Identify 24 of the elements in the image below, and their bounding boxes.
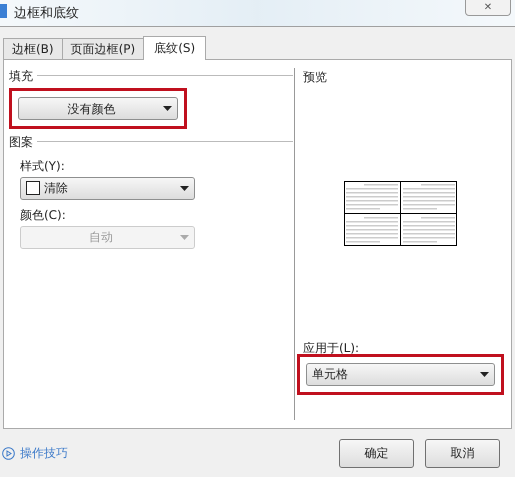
dialog-button[interactable]: 取消 [425,438,500,468]
app-icon [0,4,7,18]
tab[interactable]: 页面边框(P) [62,38,144,59]
tips-link[interactable]: 操作技巧 [2,444,68,462]
window-title: 边框和底纹 [14,5,79,23]
field-label: 颜色(C): [20,206,66,224]
dropdown[interactable]: 单元格 [306,362,495,386]
swatch-icon [26,181,40,196]
play-icon [2,446,15,460]
caret-icon [480,372,489,377]
dropdown[interactable]: 清除 [20,176,195,200]
section-heading: 填充 [9,68,33,85]
tab[interactable]: 底纹(S) [143,36,206,60]
close-button[interactable]: ✕ [465,0,511,16]
dialog-button[interactable]: 确定 [339,438,414,468]
section-heading: 预览 [303,68,327,86]
tab[interactable]: 边框(B) [3,38,63,59]
caret-icon [180,186,189,191]
caret-icon [180,234,189,240]
dropdown[interactable]: 没有颜色 [18,97,178,120]
caret-icon [163,106,172,112]
section-heading: 图案 [9,134,33,151]
field-label: 样式(Y): [20,158,65,175]
field-label: 应用于(L): [303,340,360,357]
